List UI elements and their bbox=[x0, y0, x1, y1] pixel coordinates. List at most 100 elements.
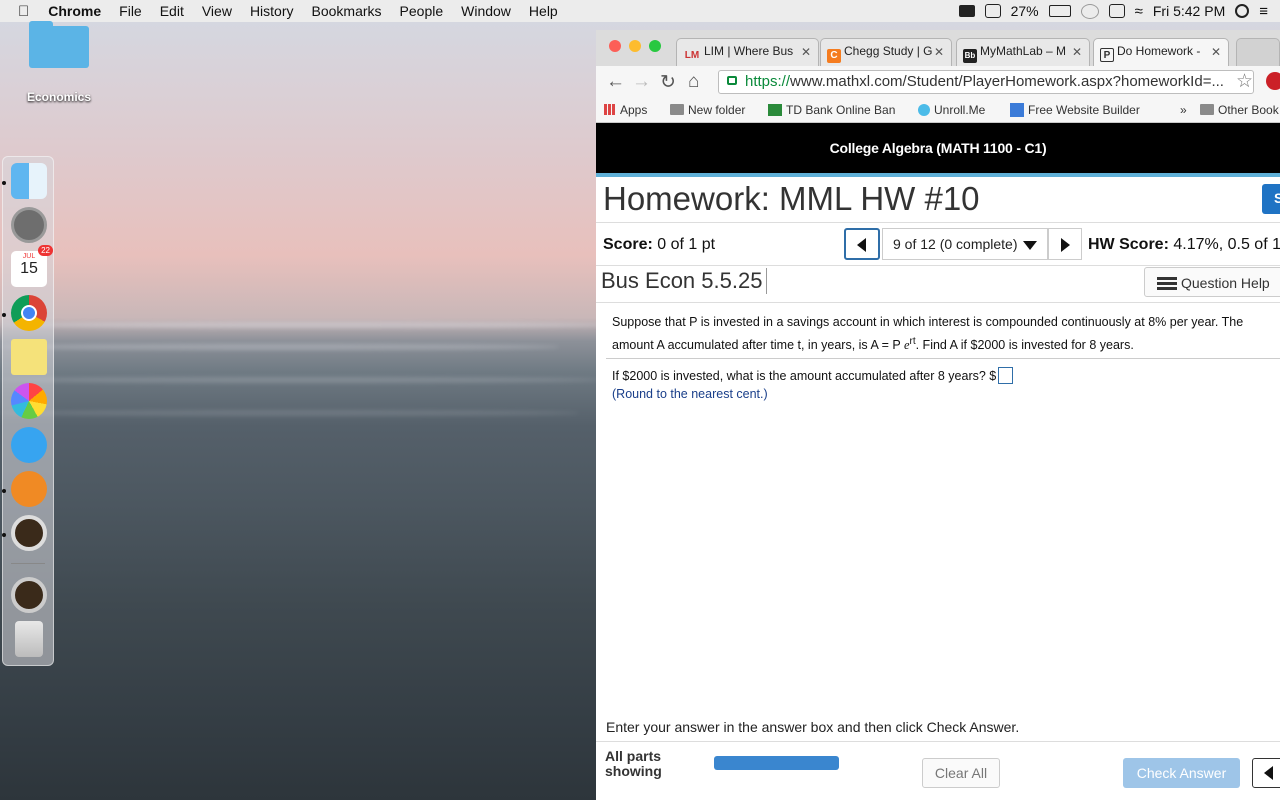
bookmark-new-folder[interactable]: New folder bbox=[670, 103, 745, 117]
question-prompt: If $2000 is invested, what is the amount… bbox=[612, 367, 1014, 384]
bookmark-other[interactable]: Other Book bbox=[1200, 103, 1279, 117]
folder-icon bbox=[1200, 104, 1214, 115]
messages-icon[interactable] bbox=[11, 427, 47, 463]
extension-icon[interactable] bbox=[984, 4, 1001, 18]
wave-highlight bbox=[0, 322, 620, 328]
list-icon bbox=[1157, 277, 1177, 290]
menu-file[interactable]: File bbox=[110, 3, 151, 19]
chegg-favicon: C bbox=[827, 49, 841, 63]
bookmark-star-icon[interactable]: ☆ bbox=[1236, 70, 1253, 93]
question-text: If $2000 is invested, what is the amount… bbox=[612, 369, 997, 383]
calendar-day: 15 bbox=[20, 260, 38, 277]
unroll-me-icon bbox=[918, 104, 930, 116]
folder-icon bbox=[29, 21, 89, 68]
wifi-icon[interactable]: ≈ bbox=[1135, 3, 1143, 20]
dock: JUL 15 22 bbox=[2, 156, 54, 666]
spotlight-icon[interactable] bbox=[1235, 4, 1250, 18]
menu-app-name[interactable]: Chrome bbox=[39, 3, 110, 19]
question-help-button[interactable]: Question Help bbox=[1144, 267, 1280, 297]
address-bar[interactable]: https://www.mathxl.com/Student/PlayerHom… bbox=[718, 70, 1254, 94]
chat-icon[interactable] bbox=[1080, 3, 1099, 19]
minimize-window-button[interactable] bbox=[629, 40, 641, 52]
forward-arrow-icon[interactable]: → bbox=[632, 71, 651, 93]
all-parts-showing: All parts showing bbox=[605, 749, 662, 779]
photos-icon[interactable] bbox=[11, 383, 47, 419]
bookmark-unroll-me[interactable]: Unroll.Me bbox=[918, 103, 985, 117]
trash-icon[interactable] bbox=[15, 621, 43, 657]
bookmark-website-builder[interactable]: Free Website Builder bbox=[1010, 103, 1140, 117]
score-label: Score: bbox=[603, 236, 653, 253]
apple-menu-icon[interactable]:  bbox=[0, 3, 39, 20]
clock[interactable]: Fri 5:42 PM bbox=[1153, 3, 1225, 19]
camera-icon[interactable] bbox=[958, 5, 975, 17]
bookmark-td-bank[interactable]: TD Bank Online Ban bbox=[768, 103, 895, 117]
downloads-icon[interactable] bbox=[11, 577, 47, 613]
battery-percent[interactable]: 27% bbox=[1011, 3, 1039, 19]
running-indicator bbox=[2, 181, 6, 185]
close-tab-icon[interactable]: ✕ bbox=[1072, 45, 1082, 59]
bookmarks-overflow-icon[interactable]: » bbox=[1180, 103, 1187, 117]
wave-highlight bbox=[0, 410, 580, 416]
tab-label: Chegg Study | G bbox=[844, 44, 933, 58]
bookmark-label: Unroll.Me bbox=[934, 103, 986, 117]
system-preferences-icon[interactable] bbox=[11, 207, 47, 243]
tab-chegg[interactable]: C Chegg Study | G ✕ bbox=[820, 38, 952, 66]
all-parts-line1: All parts bbox=[605, 748, 662, 764]
check-answer-button[interactable]: Check Answer bbox=[1123, 758, 1240, 788]
bookmark-label: New folder bbox=[688, 103, 746, 117]
parts-progress-bar bbox=[714, 756, 839, 770]
calendar-badge: 22 bbox=[38, 245, 53, 256]
menu-edit[interactable]: Edit bbox=[151, 3, 193, 19]
previous-question-button[interactable] bbox=[844, 228, 880, 260]
running-indicator bbox=[2, 489, 6, 493]
all-parts-line2: showing bbox=[605, 763, 662, 779]
finder-icon[interactable] bbox=[11, 163, 47, 199]
menu-history[interactable]: History bbox=[241, 3, 303, 19]
battery-icon[interactable] bbox=[1048, 5, 1071, 17]
next-question-button[interactable] bbox=[1048, 228, 1082, 260]
website-builder-icon bbox=[1010, 103, 1024, 117]
new-tab-button[interactable] bbox=[1236, 38, 1280, 66]
save-button[interactable]: S bbox=[1262, 184, 1280, 214]
bookmarks-bar: Apps New folder TD Bank Online Ban Unrol… bbox=[596, 98, 1280, 123]
menu-help[interactable]: Help bbox=[520, 3, 567, 19]
reload-icon[interactable]: ↻ bbox=[660, 71, 676, 94]
vlc-icon[interactable] bbox=[11, 471, 47, 507]
close-tab-icon[interactable]: ✕ bbox=[934, 45, 944, 59]
home-icon[interactable]: ⌂ bbox=[688, 71, 699, 93]
blackboard-favicon: Bb bbox=[963, 49, 977, 63]
calendar-menu-icon[interactable] bbox=[1108, 4, 1125, 18]
notification-center-icon[interactable]: ≡ bbox=[1259, 3, 1268, 20]
right-arrow-icon bbox=[1061, 238, 1070, 252]
lock-icon bbox=[727, 76, 737, 85]
apps-grid-icon bbox=[604, 104, 615, 115]
score-row: Score: 0 of 1 pt 9 of 12 (0 complete) HW… bbox=[596, 222, 1280, 266]
bottom-previous-button[interactable] bbox=[1252, 758, 1280, 788]
zoom-window-button[interactable] bbox=[649, 40, 661, 52]
economics-folder[interactable]: Economics bbox=[24, 21, 94, 104]
close-tab-icon[interactable]: ✕ bbox=[1211, 45, 1221, 59]
calendar-icon[interactable]: JUL 15 22 bbox=[11, 245, 53, 287]
tab-do-homework[interactable]: P Do Homework - ✕ bbox=[1093, 38, 1229, 66]
question-selector[interactable]: 9 of 12 (0 complete) bbox=[882, 228, 1048, 260]
camera-app-icon[interactable] bbox=[11, 515, 47, 551]
stickies-icon[interactable] bbox=[11, 339, 47, 375]
menu-bookmarks[interactable]: Bookmarks bbox=[303, 3, 391, 19]
answer-input[interactable] bbox=[998, 367, 1014, 384]
chrome-icon[interactable] bbox=[11, 295, 47, 331]
menu-view[interactable]: View bbox=[193, 3, 241, 19]
menu-people[interactable]: People bbox=[391, 3, 453, 19]
bookmark-apps[interactable]: Apps bbox=[604, 103, 647, 117]
tab-lim[interactable]: LM LIM | Where Bus ✕ bbox=[676, 38, 819, 66]
clear-all-button[interactable]: Clear All bbox=[922, 758, 1000, 788]
browser-toolbar: ← → ↻ ⌂ https://www.mathxl.com/Student/P… bbox=[596, 66, 1280, 98]
back-arrow-icon[interactable]: ← bbox=[606, 71, 625, 93]
menubar-status: 27% ≈ Fri 5:42 PM ≡ bbox=[958, 0, 1280, 22]
close-window-button[interactable] bbox=[609, 40, 621, 52]
running-indicator bbox=[2, 313, 6, 317]
tab-mymathlab[interactable]: Bb MyMathLab – M ✕ bbox=[956, 38, 1090, 66]
close-tab-icon[interactable]: ✕ bbox=[801, 45, 811, 59]
pinterest-icon[interactable] bbox=[1266, 72, 1280, 90]
bookmark-label: Other Book bbox=[1218, 103, 1279, 117]
menu-window[interactable]: Window bbox=[452, 3, 520, 19]
